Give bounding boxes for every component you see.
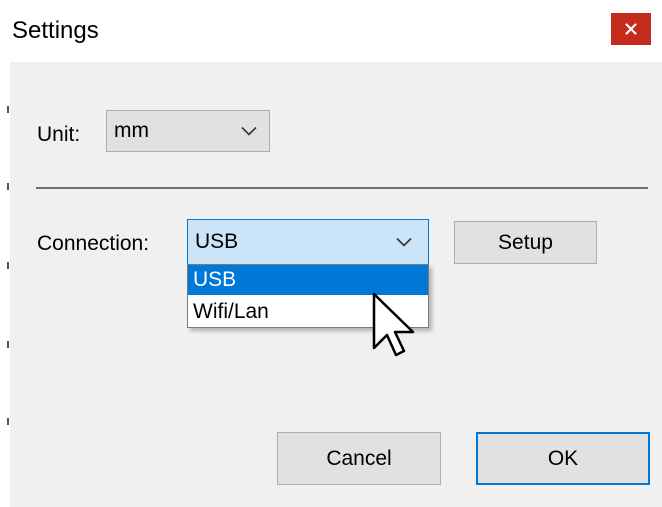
edge-tick xyxy=(7,262,9,269)
close-icon xyxy=(625,23,637,35)
dropdown-option-usb[interactable]: USB xyxy=(188,265,428,295)
title-bar: Settings xyxy=(0,0,662,62)
connection-label: Connection: xyxy=(37,232,150,255)
edge-tick xyxy=(7,106,9,113)
mouse-pointer-icon xyxy=(372,292,415,357)
window-left-edge xyxy=(0,62,10,507)
close-button[interactable] xyxy=(611,13,651,45)
edge-tick xyxy=(7,183,9,190)
edge-tick xyxy=(7,341,9,348)
unit-select[interactable]: mm xyxy=(106,110,270,152)
unit-select-value: mm xyxy=(114,119,149,142)
cancel-button[interactable]: Cancel xyxy=(277,432,441,485)
section-divider xyxy=(36,187,648,189)
edge-tick xyxy=(7,418,9,425)
setup-button[interactable]: Setup xyxy=(454,221,597,264)
window-title: Settings xyxy=(12,17,99,44)
ok-button[interactable]: OK xyxy=(476,432,650,485)
chevron-down-icon xyxy=(396,237,412,247)
chevron-down-icon xyxy=(241,126,257,136)
connection-select[interactable]: USB xyxy=(187,219,429,265)
unit-label: Unit: xyxy=(37,123,81,146)
connection-select-value: USB xyxy=(195,230,239,253)
